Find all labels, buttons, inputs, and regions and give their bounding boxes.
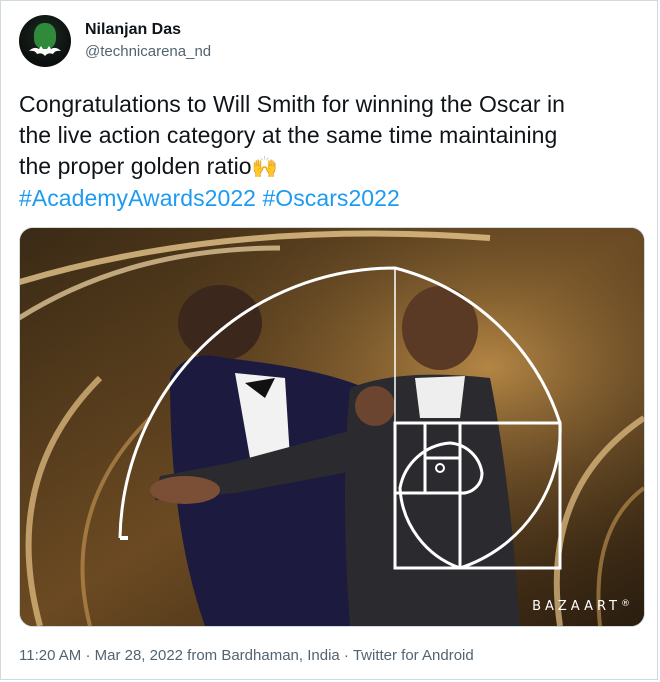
oscars-slap-photo — [20, 228, 644, 626]
tweet-text-fragment: the proper golden ratio — [19, 153, 252, 179]
meta-separator: · — [85, 647, 91, 664]
tweet-date[interactable]: Mar 28, 2022 — [95, 647, 183, 664]
bazaart-watermark: BAZAART® — [532, 599, 630, 614]
tweet-client[interactable]: Twitter for Android — [353, 647, 474, 664]
tweet-text-line: the live action category at the same tim… — [19, 122, 558, 148]
meta-separator: · — [343, 647, 349, 664]
tweet-text: Congratulations to Will Smith for winnin… — [19, 89, 644, 214]
registered-mark-icon: ® — [621, 599, 630, 609]
tweet-text-line: the proper golden ratio🙌 — [19, 151, 644, 183]
author-display-name[interactable]: Nilanjan Das — [85, 20, 211, 40]
tweet-header: Nilanjan Das @technicarena_nd — [19, 15, 211, 67]
author-handle[interactable]: @technicarena_nd — [85, 42, 211, 62]
author-names: Nilanjan Das @technicarena_nd — [85, 20, 211, 62]
tweet-text-line: Congratulations to Will Smith for winnin… — [19, 91, 565, 117]
bat-logo-icon — [29, 46, 61, 56]
hashtag-line: #AcademyAwards2022 #Oscars2022 — [19, 183, 644, 214]
tweet-location: from Bardhaman, India — [187, 647, 340, 664]
avatar[interactable] — [19, 15, 71, 67]
tweet-metadata: 11:20 AM · Mar 28, 2022 from Bardhaman, … — [19, 647, 474, 664]
hashtag-academyawards2022[interactable]: #AcademyAwards2022 — [19, 185, 256, 211]
watermark-text: BAZAART — [532, 599, 621, 614]
tweet-time[interactable]: 11:20 AM — [19, 647, 81, 664]
tweet-media-image[interactable]: BAZAART® — [19, 227, 645, 627]
raised-hands-emoji-icon: 🙌 — [251, 156, 278, 179]
tweet-card: Nilanjan Das @technicarena_nd Congratula… — [0, 0, 658, 680]
hashtag-oscars2022[interactable]: #Oscars2022 — [262, 185, 399, 211]
